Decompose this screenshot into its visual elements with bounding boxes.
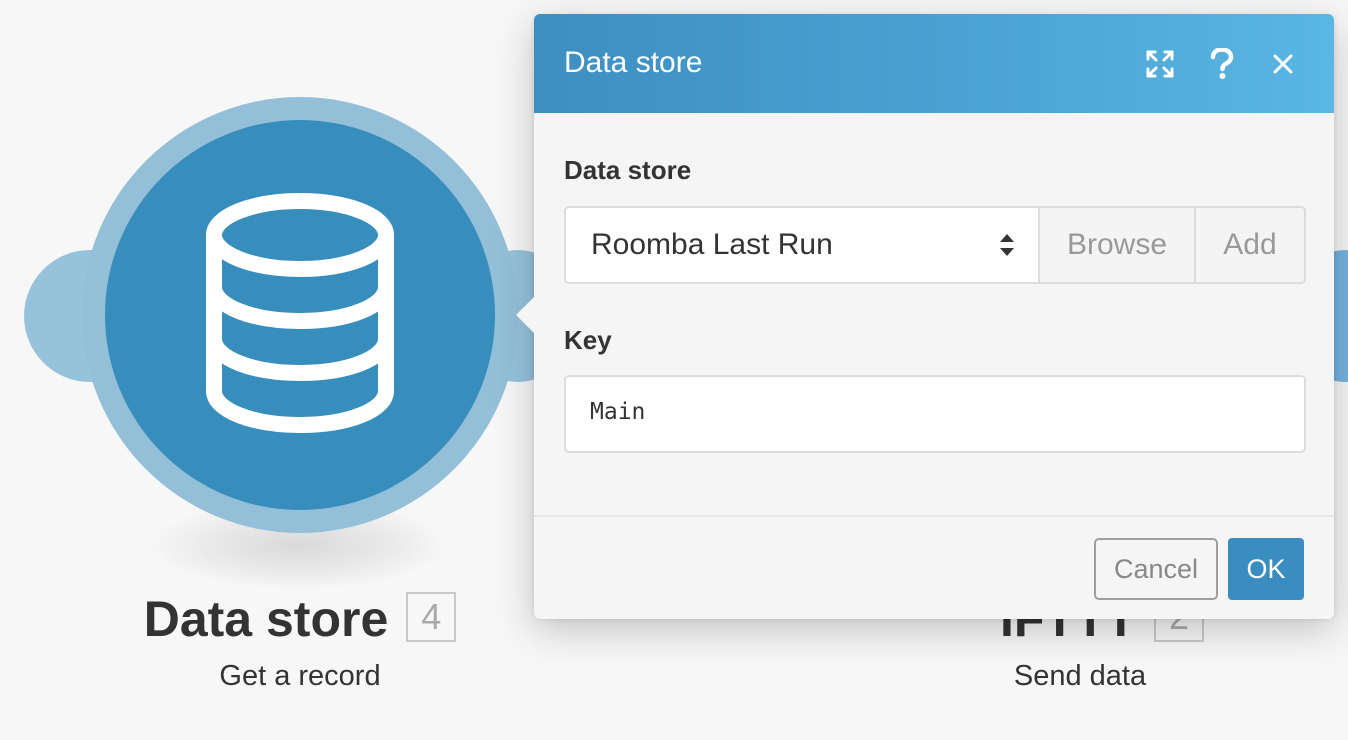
browse-button[interactable]: Browse	[1038, 208, 1194, 282]
module-settings-dialog: Data store Data store Roomba Last Run Br…	[516, 14, 1334, 619]
ifttt-module-subtitle: Send data	[1013, 660, 1147, 692]
module-title-text: Data store	[143, 591, 389, 647]
database-icon	[200, 192, 400, 438]
ok-button[interactable]: OK	[1228, 538, 1304, 600]
data-store-module-title: Data store 4	[0, 590, 600, 648]
key-input-value: Main	[590, 399, 646, 425]
help-icon[interactable]	[1202, 44, 1242, 84]
data-store-select-value: Roomba Last Run	[591, 228, 833, 261]
key-input[interactable]: Main	[564, 375, 1306, 453]
dialog-header: Data store	[534, 14, 1334, 113]
data-store-module[interactable]	[105, 120, 495, 510]
dialog-pointer	[516, 297, 534, 333]
data-store-select[interactable]: Roomba Last Run	[566, 208, 1038, 282]
data-store-label: Data store	[564, 155, 692, 185]
select-arrows-icon	[998, 231, 1016, 259]
module-id-badge: 4	[406, 591, 457, 642]
expand-icon[interactable]	[1140, 44, 1180, 84]
close-icon[interactable]	[1263, 44, 1303, 84]
dialog-body: Data store Roomba Last Run Browse Add Ke…	[534, 113, 1334, 515]
dialog-title: Data store	[564, 46, 703, 79]
data-store-module-subtitle: Get a record	[219, 660, 381, 692]
add-data-store-button[interactable]: Add	[1194, 208, 1304, 282]
key-label: Key	[564, 325, 612, 355]
dialog-footer: Cancel OK	[534, 515, 1334, 619]
data-store-field-group: Roomba Last Run Browse Add	[564, 206, 1306, 284]
cancel-button[interactable]: Cancel	[1094, 538, 1218, 600]
